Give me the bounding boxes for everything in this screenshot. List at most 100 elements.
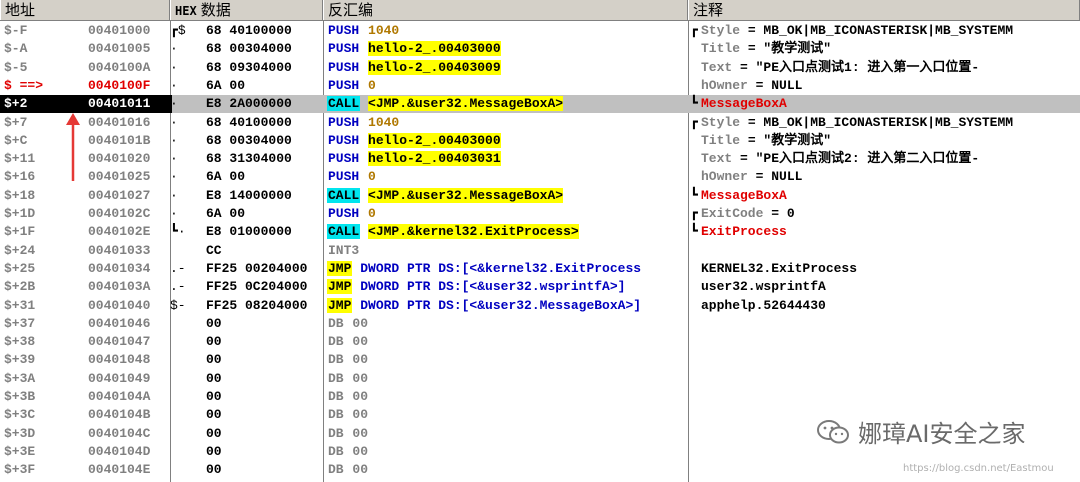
row-address: 00401005: [88, 41, 151, 57]
row-address: 00401040: [88, 297, 151, 313]
row-comment: Title = "教学测试": [701, 40, 1080, 58]
row-bracket: ·: [170, 169, 178, 185]
table-row[interactable]: $+1D 0040102C · 6A 00 PUSH 0 ┏ ExitCode = 0: [0, 205, 1080, 223]
table-row[interactable]: $+18 00401027 · E8 14000000 CALL <JMP.&user3…: [0, 187, 1080, 205]
row-mnemonic: DB: [328, 462, 344, 478]
row-hex: 6A 00: [206, 77, 246, 93]
row-operand: 00: [352, 443, 369, 459]
table-row[interactable]: $+16 00401025 · 6A 00 PUSH 0 hOwner = NULL: [0, 168, 1080, 186]
table-row[interactable]: $+31 00401040 $- FF25 08204000 JMP DWORD PTR…: [0, 297, 1080, 315]
row-operand: 00: [352, 370, 369, 386]
row-address: 0040104B: [88, 407, 151, 423]
row-comment: Text = "PE入口点测试1: 进入第一入口位置-: [701, 59, 1080, 77]
row-label: $+37: [4, 315, 36, 331]
row-hex: CC: [206, 242, 222, 258]
row-operand: hello-2_.00403000: [368, 41, 501, 57]
row-comment: hOwner = NULL: [701, 77, 1080, 95]
row-address: 0040104C: [88, 425, 151, 441]
table-row[interactable]: $+25 00401034 .- FF25 00204000 JMP DWORD PTR…: [0, 260, 1080, 278]
row-comment: [701, 242, 1080, 260]
row-disasm: JMP DWORD PTR DS:[<&kernel32.ExitProcess: [327, 260, 687, 278]
row-disasm: JMP DWORD PTR DS:[<&user32.MessageBoxA>]: [327, 297, 687, 315]
row-bracket: [170, 242, 194, 260]
row-hex: 68 31304000: [206, 151, 292, 167]
row-mnemonic: PUSH: [328, 41, 360, 57]
row-hex: 68 00304000: [206, 132, 292, 148]
comment-value: ExitProcess: [701, 224, 787, 240]
table-row[interactable]: $+1F 0040102E ┗· E8 01000000 CALL <JMP.&kern…: [0, 223, 1080, 241]
row-operand: 00: [352, 352, 369, 368]
row-disasm: CALL <JMP.&kernel32.ExitProcess>: [327, 223, 687, 241]
row-label: $+38: [4, 334, 36, 350]
header-hex-label: 数据: [200, 1, 231, 19]
row-comment: [701, 315, 1080, 333]
row-mnemonic: CALL: [327, 224, 361, 240]
row-bracket: [170, 388, 194, 406]
comment-value: = MB_OK|MB_ICONASTERISK|MB_SYSTEMM: [740, 23, 1014, 38]
table-row[interactable]: $+7 00401016 · 68 40100000 PUSH 1040 ┏ Style =…: [0, 114, 1080, 132]
row-label: $ ==>: [4, 77, 44, 93]
table-row[interactable]: $+C 0040101B · 68 00304000 PUSH hello-2_.004…: [0, 132, 1080, 150]
row-disasm: PUSH hello-2_.00403009: [327, 59, 687, 77]
row-address: 00401027: [88, 187, 151, 203]
row-label: $+3D: [4, 425, 36, 441]
table-row[interactable]: $+3B 0040104A 00 DB 00: [0, 388, 1080, 406]
row-address: 00401034: [88, 260, 151, 276]
row-operand: 00: [352, 462, 369, 478]
row-address: 0040104E: [88, 462, 151, 478]
row-address: 0040104D: [88, 443, 151, 459]
table-row[interactable]: $+38 00401047 00 DB 00: [0, 333, 1080, 351]
table-row[interactable]: $+3A 00401049 00 DB 00: [0, 370, 1080, 388]
row-operand: 00: [352, 334, 369, 350]
disassembler-window: 地址 HEX 数据 反汇编 注释 $-F 00401000 ┏$ 68 40100000…: [0, 0, 1080, 482]
row-bracket: ·: [170, 187, 178, 203]
row-bracket: ·: [170, 132, 178, 148]
table-row[interactable]: $+2 00401011 · E8 2A000000 CALL <JMP.&user32…: [0, 95, 1080, 114]
row-hex: 68 09304000: [206, 59, 292, 75]
row-disasm: PUSH hello-2_.00403031: [327, 150, 687, 168]
table-row[interactable]: $ ==> 0040100F · 6A 00 PUSH 0 hOwner = NULL: [0, 77, 1080, 95]
table-row[interactable]: $-F 00401000 ┏$ 68 40100000 PUSH 1040 ┏ Style …: [0, 22, 1080, 40]
comment-param-name: Style: [701, 114, 741, 130]
row-comment: Text = "PE入口点测试2: 进入第二入口位置-: [701, 150, 1080, 168]
row-comment: ExitCode = 0: [701, 205, 1080, 223]
header-address[interactable]: 地址: [0, 0, 170, 20]
table-row[interactable]: $+39 00401048 00 DB 00: [0, 351, 1080, 369]
row-mnemonic: DB: [328, 315, 344, 331]
row-disasm: INT3: [327, 242, 687, 260]
header-disasm[interactable]: 反汇编: [323, 0, 688, 20]
row-address: 0040104A: [88, 389, 151, 404]
row-label: $-5: [4, 59, 28, 75]
row-bracket: [170, 443, 194, 461]
table-row[interactable]: $+2B 0040103A .- FF25 0C204000 JMP DWORD PTR…: [0, 278, 1080, 296]
table-row[interactable]: $+24 00401033 CC INT3: [0, 242, 1080, 260]
row-disasm: DB 00: [327, 315, 687, 333]
row-mnemonic: JMP: [327, 279, 353, 295]
row-mnemonic: INT3: [328, 242, 360, 258]
row-hex: 00: [206, 315, 222, 331]
table-row[interactable]: $+11 00401020 · 68 31304000 PUSH hello-2_.00…: [0, 150, 1080, 168]
row-hex: 00: [206, 407, 222, 423]
row-hex: 00: [206, 425, 222, 441]
row-label: $+3E: [4, 443, 36, 459]
table-row[interactable]: $-A 00401005 · 68 00304000 PUSH hello-2_.004…: [0, 40, 1080, 58]
comment-value: = "教学测试": [740, 132, 832, 148]
row-disasm: DB 00: [327, 388, 687, 406]
header-comment[interactable]: 注释: [688, 0, 1080, 20]
row-disasm: PUSH 0: [327, 205, 687, 223]
row-comment: Style = MB_OK|MB_ICONASTERISK|MB_SYSTEMM: [701, 114, 1080, 132]
row-address: 00401046: [88, 315, 151, 331]
row-operand: DWORD PTR DS:[<&user32.MessageBoxA>]: [360, 297, 642, 313]
row-hex: 68 40100000: [206, 114, 292, 130]
row-disasm: JMP DWORD PTR DS:[<&user32.wsprintfA>]: [327, 278, 687, 296]
row-label: $-F: [4, 23, 28, 38]
row-mnemonic: PUSH: [328, 169, 360, 185]
table-row[interactable]: $-5 0040100A · 68 09304000 PUSH hello-2_.004…: [0, 59, 1080, 77]
header-hex[interactable]: HEX 数据: [170, 0, 323, 20]
row-operand: 00: [352, 389, 369, 404]
row-label: $+1D: [4, 206, 36, 221]
row-comment: user32.wsprintfA: [701, 278, 1080, 296]
comment-param-name: Title: [701, 132, 741, 148]
table-row[interactable]: $+37 00401046 00 DB 00: [0, 315, 1080, 333]
row-operand: hello-2_.00403000: [368, 132, 501, 148]
